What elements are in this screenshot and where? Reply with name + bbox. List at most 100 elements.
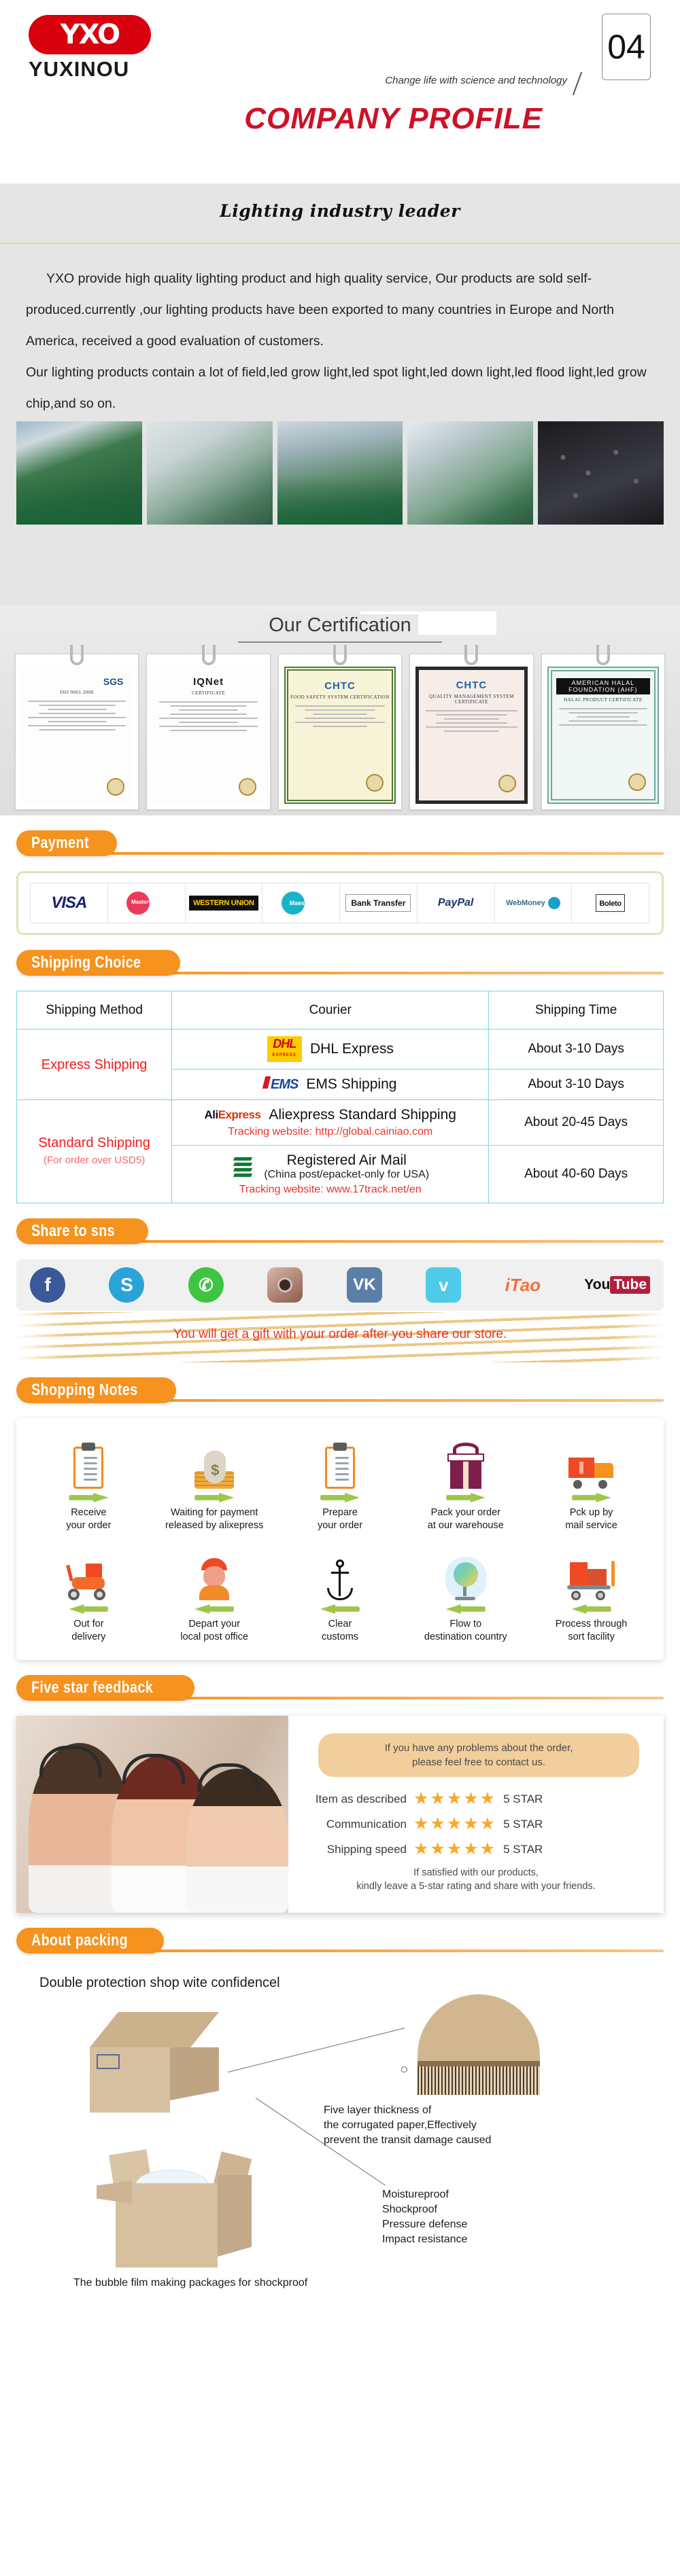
certificate-image: AMERICAN HALAL FOUNDATION (AHF) HALAL PR…: [547, 667, 660, 804]
certificate-seal-icon: [107, 778, 125, 796]
arrow-left-icon: [445, 1604, 486, 1614]
page-number-box: 04: [602, 14, 651, 80]
itao-icon[interactable]: iTao: [505, 1267, 541, 1303]
intro-paragraph-2: Our lighting products contain a lot of f…: [26, 365, 647, 411]
shopping-notes-box: Receive your order $ Waiting for payment r…: [16, 1418, 664, 1660]
share-section-title: Share to sns: [31, 1222, 116, 1240]
courier-cell-dhl: DHL EXPRESS DHL Express: [171, 1029, 490, 1070]
note-label: Out for delivery: [71, 1619, 106, 1642]
certification-title-row: Our Certification: [0, 612, 680, 647]
payment-method-cell[interactable]: MasterCard: [107, 883, 186, 923]
certification-section: Our Certification SGS ISO 9001:2008 IQNe…: [0, 605, 680, 815]
certificate-card[interactable]: IQNet CERTIFICATE: [146, 645, 271, 810]
certification-title: Our Certification: [262, 614, 418, 637]
contact-bubble: If you have any problems about the order…: [318, 1733, 639, 1777]
certificate-image: CHTC QUALITY MANAGEMENT SYSTEM CERTIFICA…: [415, 667, 528, 804]
note-label: Pck up by mail service: [565, 1507, 617, 1531]
feedback-section-pill: Five star feedback: [16, 1675, 195, 1701]
postman-icon: [197, 1558, 232, 1600]
rating-value: 5 STAR: [503, 1842, 543, 1856]
facebook-icon[interactable]: f: [30, 1267, 65, 1303]
certificate-brand: AMERICAN HALAL FOUNDATION (AHF): [556, 678, 651, 694]
certificate-subtitle: QUALITY MANAGEMENT SYSTEM CERTIFICATE: [428, 694, 514, 705]
payment-method-cell[interactable]: WebMoney: [494, 883, 573, 923]
payment-method-cell[interactable]: Maestro: [262, 883, 340, 923]
section-rule: [23, 852, 664, 855]
page-number: 04: [607, 28, 645, 66]
header-right: Change life with science and technology …: [231, 0, 680, 183]
open-carton-image: [97, 2141, 253, 2270]
share-section-pill: Share to sns: [16, 1218, 149, 1244]
share-section-header: Share to sns: [16, 1218, 664, 1250]
brand-logo: YXO YUXINOU: [29, 15, 199, 82]
gift-banner: You will get a gift with your order afte…: [16, 1312, 664, 1362]
payment-method-cell[interactable]: WESTERN UNION: [184, 883, 263, 923]
certificate-image: CHTC FOOD SAFETY SYSTEM CERTIFICATION: [284, 667, 396, 804]
leader-line: [227, 2028, 405, 2072]
intro-divider: [0, 243, 680, 244]
certificate-card[interactable]: CHTC FOOD SAFETY SYSTEM CERTIFICATION: [277, 645, 403, 810]
note-label: Clear customs: [321, 1619, 358, 1642]
payment-methods-box: VISA MasterCard WESTERN UNION Maestro Ba…: [16, 871, 664, 935]
rating-row: Communication ★★★★★ 5 STAR: [303, 1816, 649, 1833]
skype-icon[interactable]: S: [109, 1267, 145, 1303]
certificate-brand: IQNet: [193, 676, 224, 688]
customer-service-photo: [16, 1716, 288, 1913]
feedback-box: If you have any problems about the order…: [16, 1716, 664, 1913]
gift-box-icon: [447, 1443, 484, 1489]
mastercard-logo: MasterCard: [126, 892, 166, 915]
tracking-website-link[interactable]: Tracking website: www.17track.net/en: [177, 1184, 483, 1196]
shopping-notes-row-2: Out for delivery Depart your local post of…: [26, 1542, 654, 1644]
courier-cell-ems: EMS EMS Shipping: [171, 1069, 490, 1100]
shipping-method-standard-note: (For order over USD5): [44, 1154, 146, 1166]
shipping-method-standard-label: Standard Shipping: [38, 1135, 150, 1150]
certificate-subtitle: FOOD SAFETY SYSTEM CERTIFICATION: [290, 694, 390, 700]
certificate-card[interactable]: AMERICAN HALAL FOUNDATION (AHF) HALAL PR…: [541, 645, 666, 810]
note-step: Process through sort facility: [528, 1542, 654, 1644]
payment-method-cell[interactable]: PayPal: [416, 883, 495, 923]
shipping-time: About 3-10 Days: [488, 1069, 664, 1100]
courier-name: EMS Shipping: [306, 1076, 397, 1092]
certificate-card[interactable]: SGS ISO 9001:2008: [15, 645, 139, 810]
courier-cell-airmail: Registered Air Mail (China post/epacket-…: [171, 1145, 490, 1203]
payment-section-title: Payment: [31, 834, 89, 852]
globe-icon: [445, 1557, 486, 1600]
certificate-card[interactable]: CHTC QUALITY MANAGEMENT SYSTEM CERTIFICA…: [409, 645, 534, 810]
arrow-right-icon: [445, 1493, 486, 1502]
payment-method-cell[interactable]: Boleto: [571, 883, 649, 923]
twitter-icon[interactable]: ᴠ: [426, 1267, 462, 1303]
packing-caption: The bubble film making packages for shoc…: [73, 2277, 308, 2289]
rating-row: Item as described ★★★★★ 5 STAR: [303, 1790, 649, 1807]
mastercard-label: MasterCard: [131, 899, 162, 905]
payment-method-cell[interactable]: Bank Transfer: [339, 883, 418, 923]
intro-body: YXO provide high quality lighting produc…: [0, 263, 680, 419]
slash-divider-icon: [572, 71, 583, 96]
money-bag-icon: $: [194, 1445, 235, 1489]
note-label: Waiting for payment released by alixepres…: [165, 1507, 264, 1531]
certificate-image: SGS ISO 9001:2008: [21, 667, 133, 804]
headset-icon: [197, 1763, 260, 1792]
payment-methods-row: VISA MasterCard WESTERN UNION Maestro Ba…: [30, 883, 649, 923]
payment-method-cell[interactable]: VISA: [30, 883, 108, 923]
note-step: Prepare your order: [277, 1430, 403, 1532]
packing-section-pill: About packing: [16, 1928, 165, 1954]
vk-icon[interactable]: VK: [346, 1267, 382, 1303]
certificate-seal-icon: [366, 774, 384, 792]
whatsapp-icon[interactable]: ✆: [188, 1267, 224, 1303]
youtube-icon[interactable]: You Tube: [584, 1267, 650, 1303]
note-label: Process through sort facility: [555, 1619, 628, 1642]
anchor-icon: [325, 1559, 355, 1600]
shipping-section-header: Shipping Choice: [16, 950, 664, 981]
china-post-logo: [231, 1154, 256, 1179]
courier-subnote: (China post/epacket-only for USA): [264, 1169, 430, 1180]
tracking-website-link[interactable]: Tracking website: http://global.cainiao.…: [177, 1126, 483, 1138]
notes-section-header: Shopping Notes: [16, 1377, 664, 1409]
table-header-row: Shipping Method Courier Shipping Time: [16, 991, 664, 1029]
youtube-tube-text: Tube: [610, 1276, 650, 1294]
intro-title: Lighting industry leader: [220, 201, 460, 221]
note-label: Receive your order: [66, 1507, 112, 1531]
packing-headline: Double protection shop wite confidencel: [39, 1975, 280, 1990]
instagram-icon[interactable]: [267, 1267, 303, 1303]
star-rating-icon: ★★★★★: [413, 1789, 497, 1808]
rating-list: Item as described ★★★★★ 5 STAR Communica…: [303, 1790, 649, 1858]
